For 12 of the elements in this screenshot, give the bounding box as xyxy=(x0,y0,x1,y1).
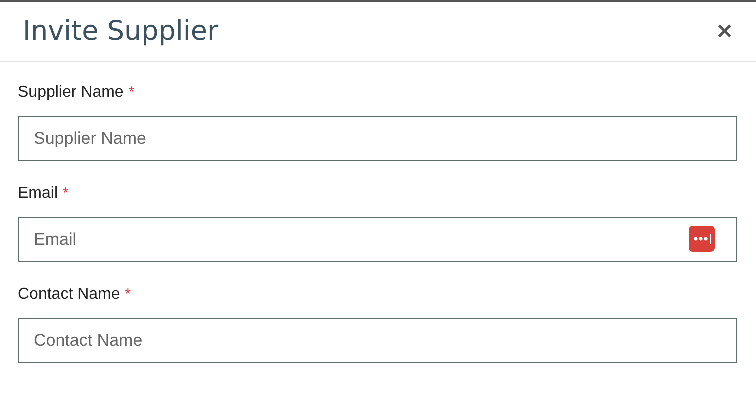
dialog-title: Invite Supplier xyxy=(23,16,219,47)
required-mark: * xyxy=(125,286,132,304)
close-button[interactable]: × xyxy=(714,20,736,42)
field-label: Contact Name xyxy=(18,286,120,304)
dots-icon[interactable] xyxy=(689,226,715,252)
field-label: Email xyxy=(18,185,58,203)
required-mark: * xyxy=(128,84,135,102)
field-label: Supplier Name xyxy=(18,84,124,102)
input-field[interactable]: Email xyxy=(18,217,737,262)
input-field[interactable]: Supplier Name xyxy=(18,116,737,161)
input-field[interactable]: Contact Name xyxy=(18,318,737,363)
required-mark: * xyxy=(63,185,69,203)
